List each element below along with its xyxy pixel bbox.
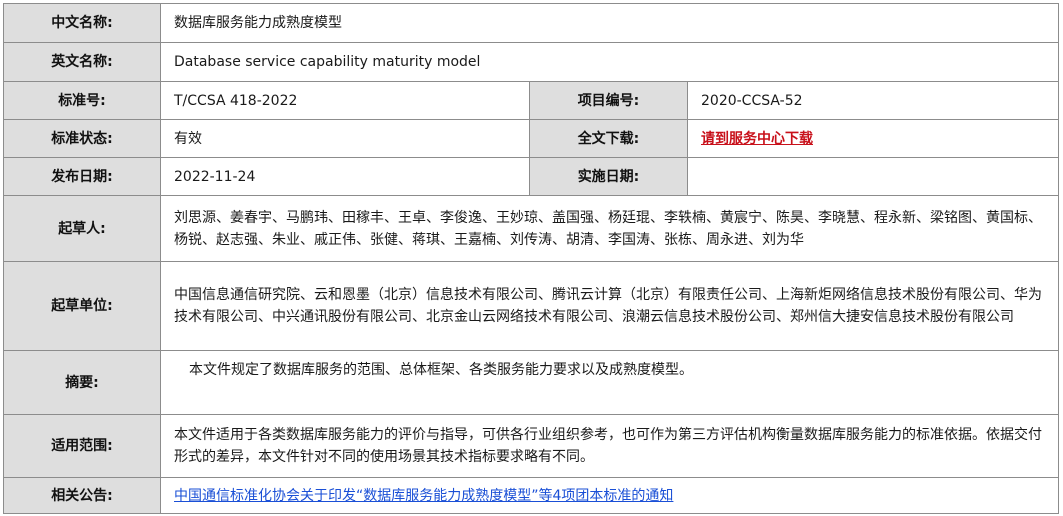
en-name-value: Database service capability maturity mod… — [159, 42, 1060, 82]
project-no-value: 2020-CCSA-52 — [686, 81, 1060, 120]
row-cn-name: 中文名称: 数据库服务能力成熟度模型 — [3, 3, 1060, 43]
standard-info-table: 中文名称: 数据库服务能力成熟度模型 英文名称: Database servic… — [3, 3, 1060, 514]
row-en-name: 英文名称: Database service capability maturi… — [3, 42, 1060, 82]
row-scope: 适用范围: 本文件适用于各类数据库服务能力的评价与指导，可供各行业组织参考，也可… — [3, 414, 1060, 478]
row-std-no: 标准号: T/CCSA 418-2022 项目编号: 2020-CCSA-52 — [3, 81, 1060, 120]
drafters-text: 刘思源、姜春宇、马鹏玮、田稼丰、王卓、李俊逸、王妙琼、盖国强、杨廷琨、李轶楠、黄… — [174, 209, 1042, 248]
cn-name-label: 中文名称: — [3, 3, 161, 43]
download-label: 全文下载: — [529, 119, 688, 158]
units-label: 起草单位: — [3, 261, 161, 351]
abstract-value: 本文件规定了数据库服务的范围、总体框架、各类服务能力要求以及成熟度模型。 — [159, 350, 1060, 415]
std-no-label: 标准号: — [3, 81, 161, 120]
row-abstract: 摘要: 本文件规定了数据库服务的范围、总体框架、各类服务能力要求以及成熟度模型。 — [3, 350, 1060, 415]
download-link[interactable]: 请到服务中心下载 — [701, 131, 813, 147]
row-notice: 相关公告: 中国通信标准化协会关于印发“数据库服务能力成熟度模型”等4项团本标准… — [3, 477, 1060, 514]
scope-label: 适用范围: — [3, 414, 161, 478]
row-status: 标准状态: 有效 全文下载: 请到服务中心下载 — [3, 119, 1060, 158]
impl-date-value — [686, 157, 1060, 196]
drafters-label: 起草人: — [3, 195, 161, 262]
row-dates: 发布日期: 2022-11-24 实施日期: — [3, 157, 1060, 196]
notice-link[interactable]: 中国通信标准化协会关于印发“数据库服务能力成熟度模型”等4项团本标准的通知 — [174, 488, 673, 504]
scope-value: 本文件适用于各类数据库服务能力的评价与指导，可供各行业组织参考，也可作为第三方评… — [159, 414, 1060, 478]
status-label: 标准状态: — [3, 119, 161, 158]
publish-date-value: 2022-11-24 — [160, 157, 530, 196]
row-drafters: 起草人: 刘思源、姜春宇、马鹏玮、田稼丰、王卓、李俊逸、王妙琼、盖国强、杨廷琨、… — [3, 195, 1060, 262]
row-units: 起草单位: 中国信息通信研究院、云和恩墨（北京）信息技术有限公司、腾讯云计算（北… — [3, 261, 1060, 351]
units-value: 中国信息通信研究院、云和恩墨（北京）信息技术有限公司、腾讯云计算（北京）有限责任… — [159, 261, 1060, 351]
notice-cell: 中国通信标准化协会关于印发“数据库服务能力成熟度模型”等4项团本标准的通知 — [159, 477, 1060, 514]
cn-name-value: 数据库服务能力成熟度模型 — [159, 3, 1060, 43]
std-no-value: T/CCSA 418-2022 — [160, 81, 530, 120]
publish-date-label: 发布日期: — [3, 157, 161, 196]
units-text: 中国信息通信研究院、云和恩墨（北京）信息技术有限公司、腾讯云计算（北京）有限责任… — [174, 287, 1042, 325]
scope-text: 本文件适用于各类数据库服务能力的评价与指导，可供各行业组织参考，也可作为第三方评… — [174, 427, 1042, 465]
abstract-label: 摘要: — [3, 350, 161, 415]
impl-date-label: 实施日期: — [529, 157, 688, 196]
download-cell: 请到服务中心下载 — [686, 119, 1060, 158]
notice-label: 相关公告: — [3, 477, 161, 514]
project-no-label: 项目编号: — [529, 81, 688, 120]
status-value: 有效 — [160, 119, 530, 158]
en-name-label: 英文名称: — [3, 42, 161, 82]
drafters-value: 刘思源、姜春宇、马鹏玮、田稼丰、王卓、李俊逸、王妙琼、盖国强、杨廷琨、李轶楠、黄… — [159, 195, 1060, 262]
